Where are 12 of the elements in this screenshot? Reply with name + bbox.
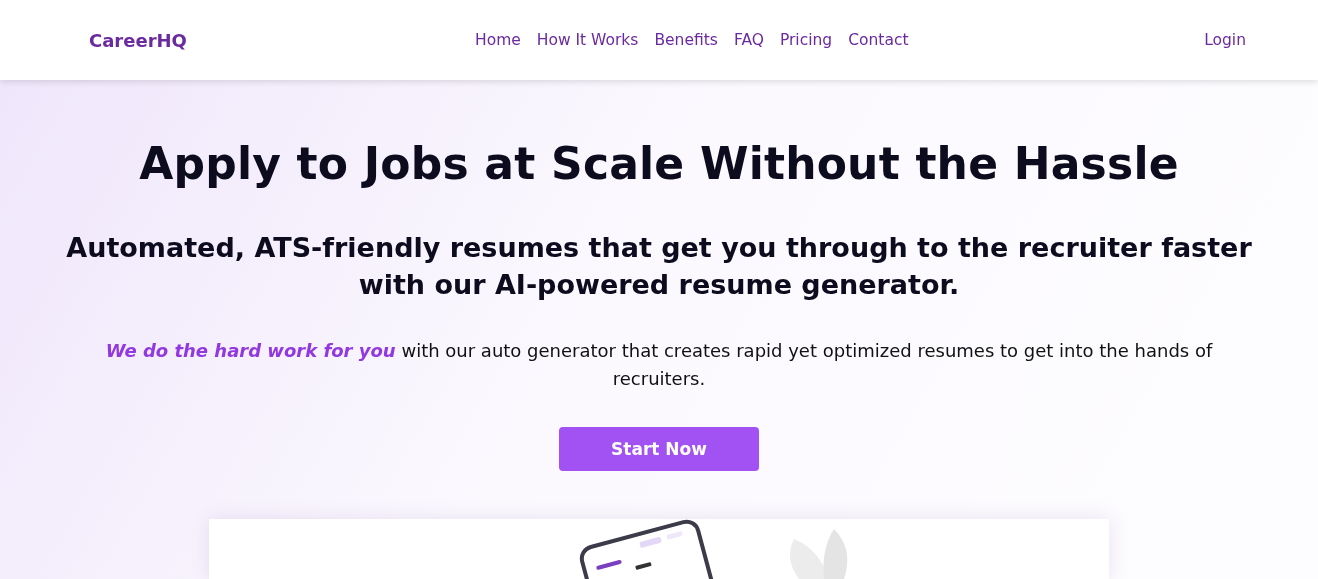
- nav-link[interactable]: How It Works: [536, 31, 639, 49]
- hero-title: Apply to Jobs at Scale Without the Hassle: [139, 138, 1179, 189]
- start-now-button[interactable]: Start Now: [559, 427, 759, 471]
- nav-link[interactable]: Pricing: [779, 31, 833, 49]
- logo[interactable]: CareerHQ: [89, 29, 475, 51]
- hero-subtitle: Automated, ATS-friendly resumes that get you through to the recruiter faster with our AI-powered resume generator.: [65, 231, 1253, 302]
- nav-link[interactable]: Home: [475, 31, 521, 49]
- hero-description: We do the hard work for you with our auto generator that creates rapid yet optimized resumes to get into the hands of recruiters.: [104, 339, 1214, 391]
- login-link[interactable]: Login: [1204, 31, 1246, 49]
- nav-link[interactable]: FAQ: [733, 31, 764, 49]
- nav-link[interactable]: Contact: [848, 31, 909, 49]
- nav-link[interactable]: Benefits: [654, 31, 718, 49]
